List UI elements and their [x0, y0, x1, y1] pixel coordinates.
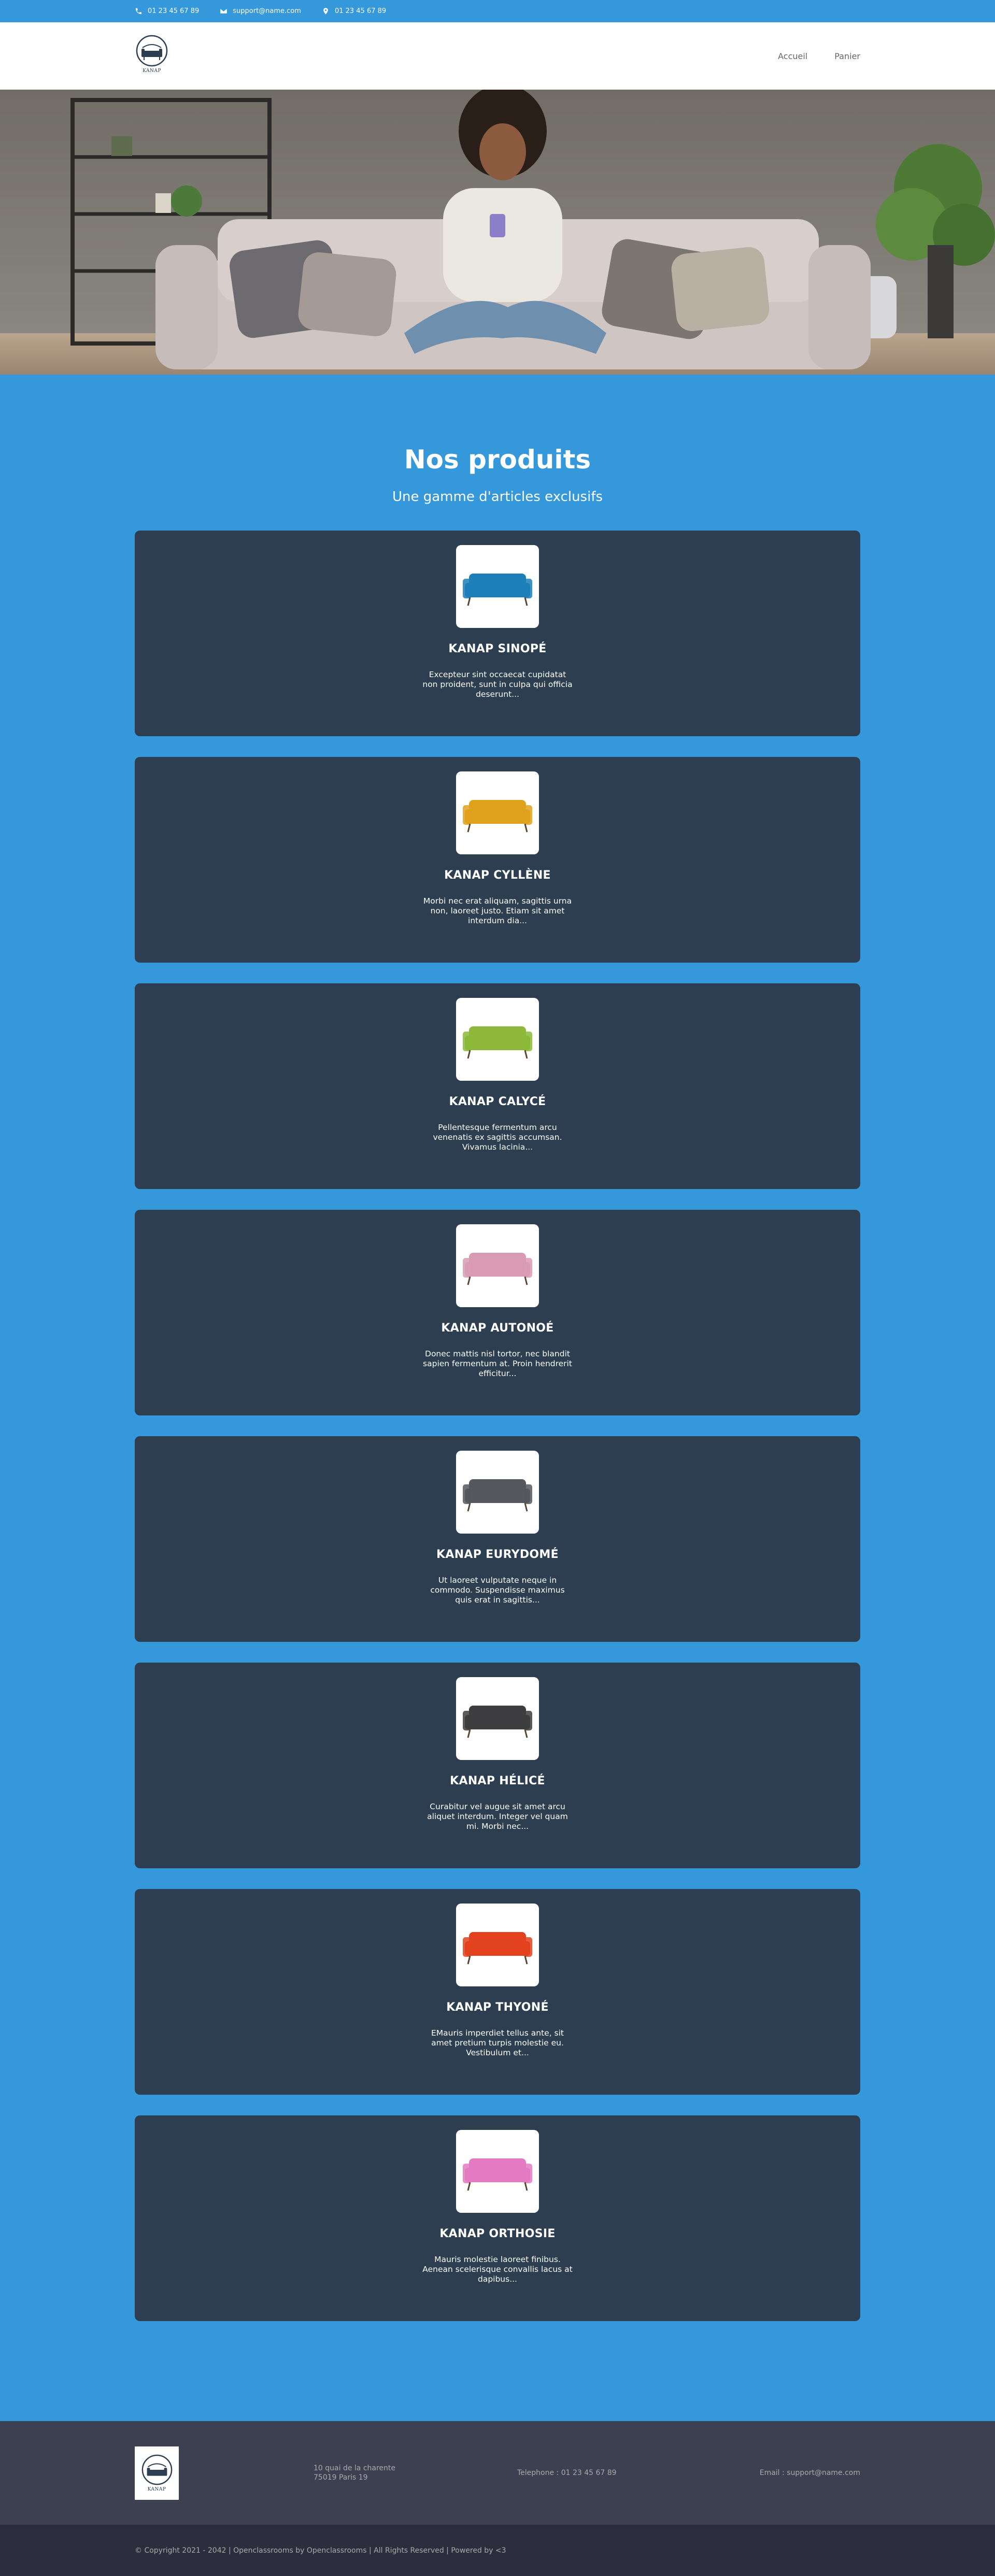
- location-item: 01 23 45 67 89: [322, 7, 386, 15]
- map-pin-icon: [323, 8, 328, 15]
- site-logo[interactable]: KANAP: [135, 34, 169, 78]
- location-text: 01 23 45 67 89: [334, 7, 387, 15]
- sofa-icon: [463, 574, 532, 606]
- product-card[interactable]: KANAP EURYDOMÉ Ut laoreet vulputate neque…: [135, 1436, 860, 1642]
- sofa-icon: [463, 1253, 532, 1285]
- sofa-icon: [463, 800, 532, 833]
- product-description: Donec mattis nisl tortor, nec blandit sa…: [423, 1349, 572, 1378]
- product-image: [456, 1224, 539, 1307]
- product-name: KANAP CALYCÉ: [449, 1095, 546, 1108]
- product-card[interactable]: KANAP CYLLÈNE Morbi nec erat aliquam, sag…: [135, 757, 860, 963]
- product-name: KANAP ORTHOSIE: [439, 2227, 556, 2240]
- product-image: [456, 545, 539, 628]
- product-image: [456, 1904, 539, 1986]
- address-line-2: 75019 Paris 19: [314, 2473, 368, 2482]
- sofa-icon: [463, 2158, 532, 2191]
- product-name: KANAP SINOPÉ: [448, 642, 547, 655]
- footer-telephone: Telephone : 01 23 45 67 89: [517, 2469, 617, 2477]
- footer-address: 10 quai de la charente 75019 Paris 19: [314, 2464, 395, 2482]
- site-footer: KANAP 10 quai de la charente 75019 Paris…: [0, 2421, 995, 2525]
- product-list: KANAP SINOPÉ Excepteur sint occaecat cupi…: [0, 531, 995, 2321]
- product-image: [456, 1451, 539, 1534]
- sofa-icon: [463, 1026, 532, 1059]
- products-section: Nos produits Une gamme d'articles exclus…: [0, 375, 995, 2321]
- hero-image: [0, 90, 995, 375]
- product-description: Mauris molestie laoreet finibus. Aenean …: [422, 2255, 573, 2284]
- product-name: KANAP HÉLICÉ: [450, 1774, 545, 1787]
- kanap-logo-icon: [141, 2454, 172, 2485]
- logo-text: KANAP: [143, 68, 161, 74]
- product-name: KANAP CYLLÈNE: [444, 869, 551, 882]
- product-card[interactable]: KANAP SINOPÉ Excepteur sint occaecat cupi…: [135, 531, 860, 736]
- main-nav: Accueil Panier: [778, 51, 860, 61]
- address-line-1: 10 quai de la charente: [314, 2464, 395, 2472]
- phone-text: 01 23 45 67 89: [148, 7, 200, 15]
- product-card[interactable]: KANAP ORTHOSIE Mauris molestie laoreet fi…: [135, 2115, 860, 2321]
- phone-item: 01 23 45 67 89: [135, 7, 199, 15]
- product-description: EMauris imperdiet tellus ante, sit amet …: [431, 2028, 564, 2057]
- product-card[interactable]: KANAP THYONÉ EMauris imperdiet tellus ant…: [135, 1889, 860, 2095]
- footer-logo-text: KANAP: [147, 2487, 166, 2492]
- product-image: [456, 998, 539, 1081]
- product-name: KANAP THYONÉ: [446, 2001, 549, 2014]
- footer-logo[interactable]: KANAP: [135, 2446, 179, 2500]
- product-description: Morbi nec erat aliquam, sagittis urna no…: [423, 896, 572, 925]
- product-image: [456, 1677, 539, 1760]
- sofa-icon: [463, 1706, 532, 1738]
- top-contact-bar: 01 23 45 67 89 support@name.com 01 23 45…: [0, 0, 995, 22]
- phone-icon: [135, 8, 142, 15]
- nav-accueil[interactable]: Accueil: [778, 51, 807, 61]
- product-image: [456, 771, 539, 854]
- product-description: Ut laoreet vulputate neque in commodo. S…: [430, 1576, 565, 1605]
- footer-email[interactable]: Email : support@name.com: [760, 2469, 860, 2477]
- product-name: KANAP EURYDOMÉ: [436, 1548, 559, 1561]
- copyright-bar: © Copyright 2021 - 2042 | Openclassrooms…: [0, 2525, 995, 2576]
- product-card[interactable]: KANAP AUTONOÉ Donec mattis nisl tortor, n…: [135, 1210, 860, 1415]
- kanap-logo-icon: [136, 35, 168, 67]
- product-name: KANAP AUTONOÉ: [441, 1322, 554, 1335]
- product-description: Pellentesque fermentum arcu venenatis ex…: [433, 1123, 562, 1152]
- product-card[interactable]: KANAP CALYCÉ Pellentesque fermentum arcu …: [135, 983, 860, 1189]
- product-description: Curabitur vel augue sit amet arcu alique…: [427, 1802, 568, 1831]
- copyright-text: © Copyright 2021 - 2042 | Openclassrooms…: [135, 2546, 506, 2555]
- product-image: [456, 2130, 539, 2213]
- email-item: support@name.com: [220, 7, 301, 15]
- sofa-icon: [463, 1479, 532, 1512]
- mail-icon: [220, 9, 227, 13]
- sofa-icon: [463, 1932, 532, 1965]
- product-card[interactable]: KANAP HÉLICÉ Curabitur vel augue sit amet…: [135, 1663, 860, 1868]
- site-header: KANAP Accueil Panier: [0, 22, 995, 90]
- hero-banner: [0, 90, 995, 375]
- nav-panier[interactable]: Panier: [834, 51, 860, 61]
- email-text: support@name.com: [233, 7, 301, 15]
- product-description: Excepteur sint occaecat cupidatat non pr…: [422, 670, 573, 699]
- section-subtitle: Une gamme d'articles exclusifs: [392, 489, 603, 505]
- section-title: Nos produits: [404, 445, 591, 475]
